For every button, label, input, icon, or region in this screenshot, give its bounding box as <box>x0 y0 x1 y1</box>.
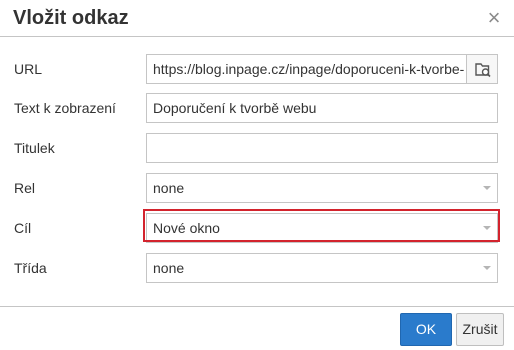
url-label: URL <box>14 61 43 77</box>
dialog-title: Vložit odkaz <box>13 7 129 29</box>
browse-button[interactable] <box>466 54 498 84</box>
url-row: URL https://blog.inpage.cz/inpage/doporu… <box>0 54 514 84</box>
title-label: Titulek <box>14 140 55 156</box>
ok-button[interactable]: OK <box>400 313 452 346</box>
title-row: Titulek <box>0 133 514 163</box>
url-input[interactable]: https://blog.inpage.cz/inpage/doporuceni… <box>146 54 466 84</box>
class-row: Třída none <box>0 253 514 283</box>
rel-select[interactable]: none <box>146 173 498 203</box>
title-input[interactable] <box>146 133 498 163</box>
target-label: Cíl <box>14 220 32 236</box>
class-select-value: none <box>153 260 185 276</box>
close-icon[interactable]: × <box>484 7 504 29</box>
rel-label: Rel <box>14 180 36 196</box>
class-label: Třída <box>14 260 47 276</box>
dialog-header: Vložit odkaz × <box>0 0 514 37</box>
folder-search-icon <box>475 63 491 78</box>
chevron-down-icon <box>483 186 491 190</box>
rel-select-value: none <box>153 180 185 196</box>
text-row: Text k zobrazení Doporučení k tvorbě web… <box>0 93 514 123</box>
highlight-box <box>143 209 500 242</box>
chevron-down-icon <box>483 266 491 270</box>
insert-link-dialog: Vložit odkaz × URL https://blog.inpage.c… <box>0 0 514 350</box>
dialog-footer: OK Zrušit <box>0 306 514 350</box>
text-label: Text k zobrazení <box>14 100 116 116</box>
class-select[interactable]: none <box>146 253 498 283</box>
dialog-body: URL https://blog.inpage.cz/inpage/doporu… <box>0 38 514 306</box>
rel-row: Rel none <box>0 173 514 203</box>
cancel-button[interactable]: Zrušit <box>456 313 504 346</box>
text-input[interactable]: Doporučení k tvorbě webu <box>146 93 498 123</box>
